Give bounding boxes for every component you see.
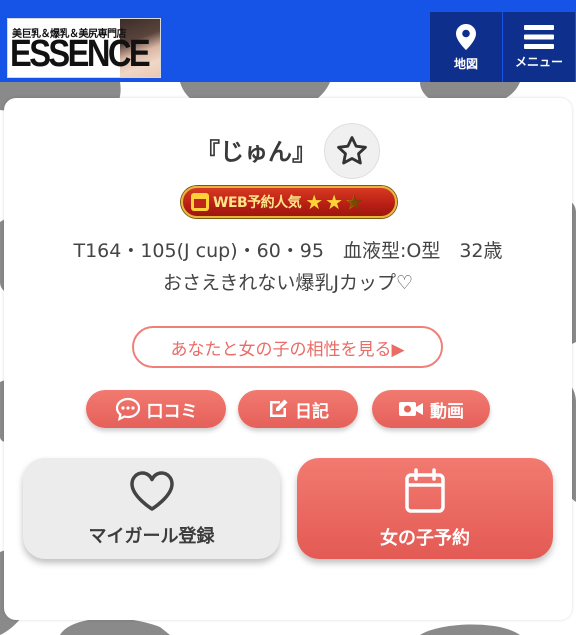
hamburger-menu-icon [524, 24, 554, 49]
reserve-button[interactable]: 女の子予約 [297, 458, 553, 559]
profile-catchphrase: おさえきれない爆乳Jカップ♡ [162, 272, 414, 294]
heart-outline-icon [129, 470, 174, 511]
map-pin-icon [456, 23, 476, 50]
video-label: 動画 [430, 401, 464, 422]
girl-name: 『じゅん』 [196, 138, 316, 166]
menu-button[interactable]: メニュー [503, 12, 575, 82]
map-label: 地図 [453, 56, 478, 71]
review-label: 口コミ [146, 401, 198, 422]
star-half-icon: ★ [345, 190, 363, 214]
video-camera-icon [399, 402, 423, 416]
review-button[interactable]: 口コミ [86, 390, 226, 428]
reserve-label: 女の子予約 [380, 527, 470, 549]
site-logo[interactable]: 美巨乳＆爆乳＆美尻専門店 ESSENCE [7, 18, 161, 78]
badge-text: WEB予約人気 [213, 195, 302, 211]
profile-stats: T164・105(J cup)・60・95 血液型:O型 32歳 [73, 240, 503, 262]
site-header: 美巨乳＆爆乳＆美尻専門店 ESSENCE 地図 メニュー [0, 0, 576, 82]
logo-brand: ESSENCE [10, 33, 151, 75]
diary-button[interactable]: 日記 [238, 390, 358, 428]
map-button[interactable]: 地図 [430, 12, 502, 82]
edit-note-icon [270, 399, 288, 417]
compatibility-button[interactable]: あなたと女の子の相性を見る▶ [132, 326, 443, 368]
mygirl-label: マイガール登録 [88, 525, 215, 547]
chat-bubble-icon [115, 397, 140, 421]
badge-calendar-icon [191, 193, 209, 211]
diary-label: 日記 [295, 401, 329, 422]
badge-star-rating: ★ ★ ★ [305, 192, 363, 212]
web-reservation-popularity-badge: WEB予約人気 ★ ★ ★ [181, 186, 397, 218]
calendar-icon [405, 467, 445, 513]
video-button[interactable]: 動画 [372, 390, 490, 428]
star-full-icon: ★ [325, 190, 344, 214]
star-full-icon: ★ [305, 190, 324, 214]
star-outline-icon [337, 136, 367, 165]
menu-label: メニュー [514, 54, 563, 69]
mygirl-register-button[interactable]: マイガール登録 [23, 458, 280, 559]
favorite-button[interactable] [324, 123, 380, 179]
